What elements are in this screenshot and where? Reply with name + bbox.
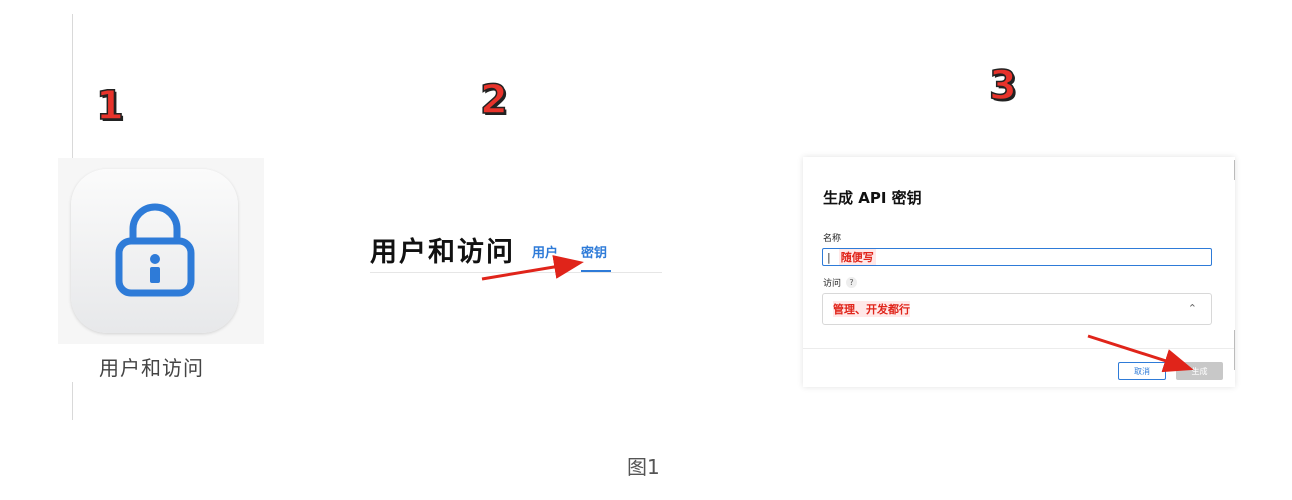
figure-caption: 图1 <box>627 455 660 479</box>
arrow-to-keys-tab <box>481 255 584 281</box>
annotation-arrows <box>481 255 1194 373</box>
arrow-to-generate-button <box>1087 334 1194 373</box>
